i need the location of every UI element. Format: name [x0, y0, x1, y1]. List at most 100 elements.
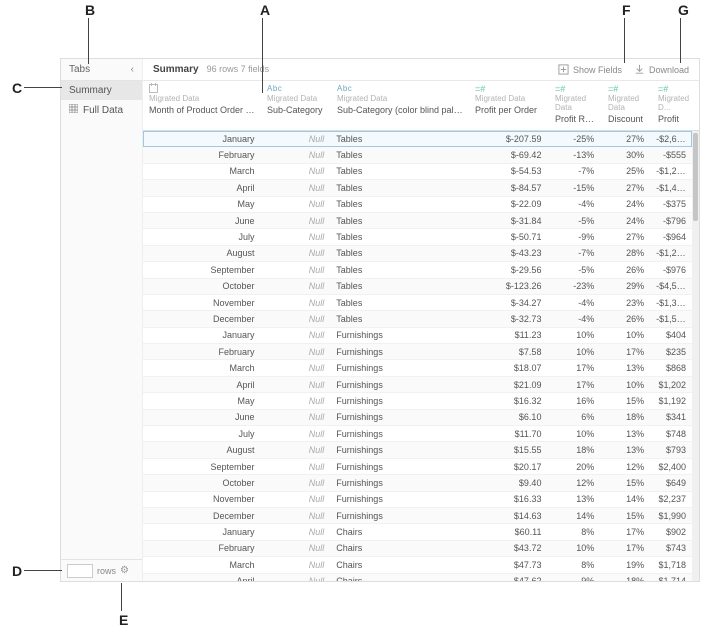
- cell: February: [143, 347, 261, 357]
- table-row[interactable]: FebruaryNullFurnishings$7.5810%17%$235: [143, 344, 692, 360]
- table-row[interactable]: NovemberNullTables$-34.27-4%23%-$1,371: [143, 295, 692, 311]
- cell: $-123.26: [468, 281, 548, 291]
- table-row[interactable]: JuneNullTables$-31.84-5%24%-$796: [143, 213, 692, 229]
- cell: Tables: [330, 150, 467, 160]
- table-row[interactable]: DecemberNullFurnishings$14.6314%15%$1,99…: [143, 508, 692, 524]
- table-row[interactable]: SeptemberNullTables$-29.56-5%26%-$976: [143, 262, 692, 278]
- text-type-icon: Abc: [337, 85, 463, 92]
- cell: May: [143, 396, 261, 406]
- cell: 13%: [600, 429, 650, 439]
- cell: Furnishings: [330, 445, 467, 455]
- cell: $902: [650, 527, 692, 537]
- table-row[interactable]: JanuaryNullTables$-207.59-25%27%-$2,699: [143, 131, 692, 147]
- cell: $-69.42: [468, 150, 548, 160]
- table-row[interactable]: AugustNullFurnishings$15.5518%13%$793: [143, 442, 692, 458]
- cell: -7%: [547, 166, 600, 176]
- sidebar-item-full-data[interactable]: Full Data: [61, 100, 142, 120]
- cell: 13%: [600, 363, 650, 373]
- table-row[interactable]: MarchNullFurnishings$18.0717%13%$868: [143, 360, 692, 376]
- table-row[interactable]: JulyNullFurnishings$11.7010%13%$748: [143, 426, 692, 442]
- page-title: Summary: [153, 64, 199, 75]
- column-header-0[interactable]: Migrated DataMonth of Product Order Date: [143, 81, 261, 130]
- column-header-3[interactable]: =#Migrated DataProfit per Order: [469, 81, 549, 130]
- cell: January: [143, 134, 261, 144]
- cell: $6.10: [468, 412, 548, 422]
- cell: $2,237: [650, 494, 692, 504]
- cell: $1,714: [650, 576, 692, 581]
- cell: Chairs: [330, 527, 467, 537]
- gear-icon[interactable]: ⚙: [120, 565, 129, 576]
- cell: 6%: [547, 412, 600, 422]
- cell: $20.17: [468, 462, 548, 472]
- scrollbar-thumb[interactable]: [693, 133, 698, 221]
- table-row[interactable]: JuneNullFurnishings$6.106%18%$341: [143, 410, 692, 426]
- table-row[interactable]: NovemberNullFurnishings$16.3313%14%$2,23…: [143, 492, 692, 508]
- table-row[interactable]: MayNullTables$-22.09-4%24%-$375: [143, 197, 692, 213]
- cell: Null: [261, 347, 331, 357]
- collapse-icon[interactable]: ‹: [131, 64, 134, 75]
- table-row[interactable]: AprilNullFurnishings$21.0917%10%$1,202: [143, 377, 692, 393]
- cell: -15%: [547, 183, 600, 193]
- callout-g: G: [676, 2, 691, 18]
- table-row[interactable]: DecemberNullTables$-32.73-4%26%-$1,538: [143, 311, 692, 327]
- numeric-type-icon: =#: [658, 85, 688, 92]
- cell: Null: [261, 462, 331, 472]
- cell: 17%: [600, 543, 650, 553]
- sidebar-header: Tabs ‹: [61, 59, 142, 81]
- cell: Null: [261, 183, 331, 193]
- download-button[interactable]: Download: [634, 64, 689, 75]
- cell: -$1,371: [650, 298, 692, 308]
- column-header-6[interactable]: =#Migrated D...Profit: [652, 81, 694, 130]
- table-row[interactable]: JulyNullTables$-50.71-9%27%-$964: [143, 229, 692, 245]
- show-fields-button[interactable]: Show Fields: [558, 64, 622, 75]
- table-row[interactable]: OctoberNullFurnishings$9.4012%15%$649: [143, 475, 692, 491]
- cell: 14%: [547, 511, 600, 521]
- column-header-5[interactable]: =#Migrated DataDiscount: [602, 81, 652, 130]
- cell: Null: [261, 216, 331, 226]
- cell: $16.32: [468, 396, 548, 406]
- cell: Null: [261, 576, 331, 581]
- cell: -4%: [547, 298, 600, 308]
- cell: December: [143, 511, 261, 521]
- cell: September: [143, 462, 261, 472]
- cell: 14%: [600, 494, 650, 504]
- column-header-4[interactable]: =#Migrated DataProfit Ratio: [549, 81, 602, 130]
- table-row[interactable]: OctoberNullTables$-123.26-23%29%-$4,561: [143, 279, 692, 295]
- cell: Tables: [330, 265, 467, 275]
- cell: -$555: [650, 150, 692, 160]
- cell: -$976: [650, 265, 692, 275]
- rows-input[interactable]: [67, 564, 93, 578]
- table-row[interactable]: FebruaryNullChairs$43.7210%17%$743: [143, 541, 692, 557]
- column-header-2[interactable]: AbcMigrated DataSub-Category (color blin…: [331, 81, 469, 130]
- cell: -9%: [547, 232, 600, 242]
- column-header-1[interactable]: AbcMigrated DataSub-Category: [261, 81, 331, 130]
- cell: April: [143, 576, 261, 581]
- cell: Null: [261, 396, 331, 406]
- column-name: Sub-Category: [267, 105, 325, 115]
- app-window: Tabs ‹ SummaryFull Data rows ⚙ Summary 9…: [60, 58, 700, 582]
- callout-c: C: [10, 80, 24, 96]
- table-row[interactable]: JanuaryNullFurnishings$11.2310%10%$404: [143, 328, 692, 344]
- table-row[interactable]: AprilNullChairs$47.629%18%$1,714: [143, 574, 692, 581]
- column-source: Migrated Data: [337, 94, 463, 103]
- cell: Tables: [330, 281, 467, 291]
- cell: 27%: [600, 134, 650, 144]
- table-row[interactable]: AugustNullTables$-43.23-7%28%-$1,254: [143, 246, 692, 262]
- cell: $16.33: [468, 494, 548, 504]
- table-row[interactable]: FebruaryNullTables$-69.42-13%30%-$555: [143, 147, 692, 163]
- table-row[interactable]: JanuaryNullChairs$60.118%17%$902: [143, 524, 692, 540]
- cell: Null: [261, 527, 331, 537]
- vertical-scrollbar[interactable]: [692, 131, 699, 581]
- table-row[interactable]: SeptemberNullFurnishings$20.1720%12%$2,4…: [143, 459, 692, 475]
- cell: January: [143, 527, 261, 537]
- sidebar-item-summary[interactable]: Summary: [61, 81, 142, 100]
- table-row[interactable]: AprilNullTables$-84.57-15%27%-$1,438: [143, 180, 692, 196]
- table-row[interactable]: MarchNullChairs$47.738%19%$1,718: [143, 557, 692, 573]
- cell: August: [143, 445, 261, 455]
- cell: 10%: [547, 330, 600, 340]
- table-row[interactable]: MayNullFurnishings$16.3216%15%$1,192: [143, 393, 692, 409]
- cell: Furnishings: [330, 363, 467, 373]
- table-row[interactable]: MarchNullTables$-54.53-7%25%-$1,200: [143, 164, 692, 180]
- cell: 27%: [600, 183, 650, 193]
- cell: 8%: [547, 527, 600, 537]
